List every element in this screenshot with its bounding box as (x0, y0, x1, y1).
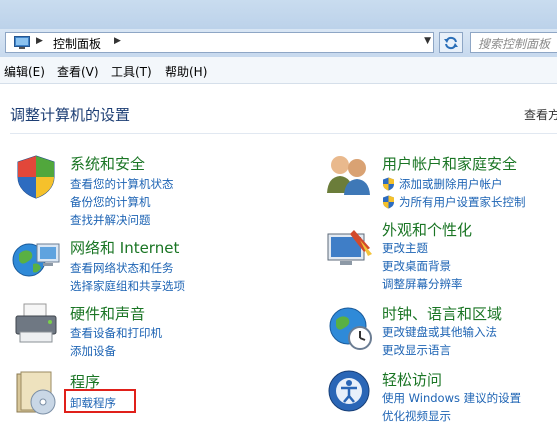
link-screen-resolution[interactable]: 调整屏幕分辨率 (382, 276, 463, 292)
printer-icon[interactable] (12, 302, 60, 346)
page-title: 调整计算机的设置 (10, 106, 131, 124)
link-network-status[interactable]: 查看网络状态和任务 (70, 260, 174, 276)
link-add-remove-accounts-label: 添加或删除用户帐户 (399, 177, 503, 191)
refresh-icon (444, 36, 458, 50)
address-dropdown-icon[interactable]: ▼ (424, 36, 431, 46)
uac-shield-icon (383, 195, 394, 209)
highlight-box (64, 389, 136, 413)
view-by-label[interactable]: 查看方 (524, 106, 557, 123)
category-title-system-security[interactable]: 系统和安全 (70, 153, 145, 174)
link-backup-computer[interactable]: 备份您的计算机 (70, 194, 151, 210)
divider (10, 133, 557, 134)
menu-bar: 编辑(E) 查看(V) 工具(T) 帮助(H) (0, 57, 557, 84)
link-recommended-settings[interactable]: 使用 Windows 建议的设置 (382, 390, 521, 406)
breadcrumb-arrow-icon[interactable]: ▶ (114, 36, 121, 46)
link-devices-printers[interactable]: 查看设备和打印机 (70, 325, 162, 341)
menu-help[interactable]: 帮助(H) (165, 63, 207, 80)
shield-icon[interactable] (12, 153, 60, 201)
category-title-user-accounts[interactable]: 用户帐户和家庭安全 (382, 153, 517, 174)
refresh-button[interactable] (439, 32, 463, 53)
category-title-clock-language[interactable]: 时钟、语言和区域 (382, 303, 502, 324)
address-row: ▶ 控制面板 ▶ ▼ 搜索控制面板 (0, 29, 557, 57)
link-change-background[interactable]: 更改桌面背景 (382, 258, 451, 274)
link-add-device[interactable]: 添加设备 (70, 343, 116, 359)
search-input[interactable]: 搜索控制面板 (470, 32, 557, 53)
link-parental-controls-label: 为所有用户设置家长控制 (399, 195, 526, 209)
category-title-appearance[interactable]: 外观和个性化 (382, 219, 472, 240)
link-troubleshoot[interactable]: 查找并解决问题 (70, 212, 151, 228)
link-display-language[interactable]: 更改显示语言 (382, 342, 451, 358)
control-panel-icon (14, 36, 30, 49)
users-icon[interactable] (324, 151, 374, 197)
category-title-ease-of-access[interactable]: 轻松访问 (382, 369, 442, 390)
appearance-icon[interactable] (324, 226, 374, 270)
category-title-network[interactable]: 网络和 Internet (70, 237, 179, 258)
category-title-hardware[interactable]: 硬件和声音 (70, 303, 145, 324)
programs-icon[interactable] (13, 370, 57, 418)
menu-view[interactable]: 查看(V) (57, 63, 99, 80)
breadcrumb-control-panel[interactable]: 控制面板 (53, 35, 101, 52)
clock-globe-icon[interactable] (326, 304, 374, 352)
link-keyboard-input[interactable]: 更改键盘或其他输入法 (382, 324, 497, 340)
ease-of-access-icon[interactable] (327, 369, 371, 413)
address-bar[interactable]: ▶ 控制面板 ▶ ▼ (5, 32, 434, 53)
link-change-theme[interactable]: 更改主题 (382, 240, 428, 256)
menu-edit[interactable]: 编辑(E) (4, 63, 45, 80)
link-add-remove-accounts[interactable]: 添加或删除用户帐户 (382, 176, 503, 192)
uac-shield-icon (383, 177, 394, 191)
link-homegroup-sharing[interactable]: 选择家庭组和共享选项 (70, 278, 185, 294)
menu-tools[interactable]: 工具(T) (111, 63, 152, 80)
window-top-strip (0, 0, 557, 29)
network-globe-icon[interactable] (11, 236, 61, 282)
link-parental-controls[interactable]: 为所有用户设置家长控制 (382, 194, 526, 210)
breadcrumb-arrow-icon[interactable]: ▶ (36, 36, 43, 46)
link-view-computer-status[interactable]: 查看您的计算机状态 (70, 176, 174, 192)
link-optimize-display[interactable]: 优化视频显示 (382, 408, 451, 424)
